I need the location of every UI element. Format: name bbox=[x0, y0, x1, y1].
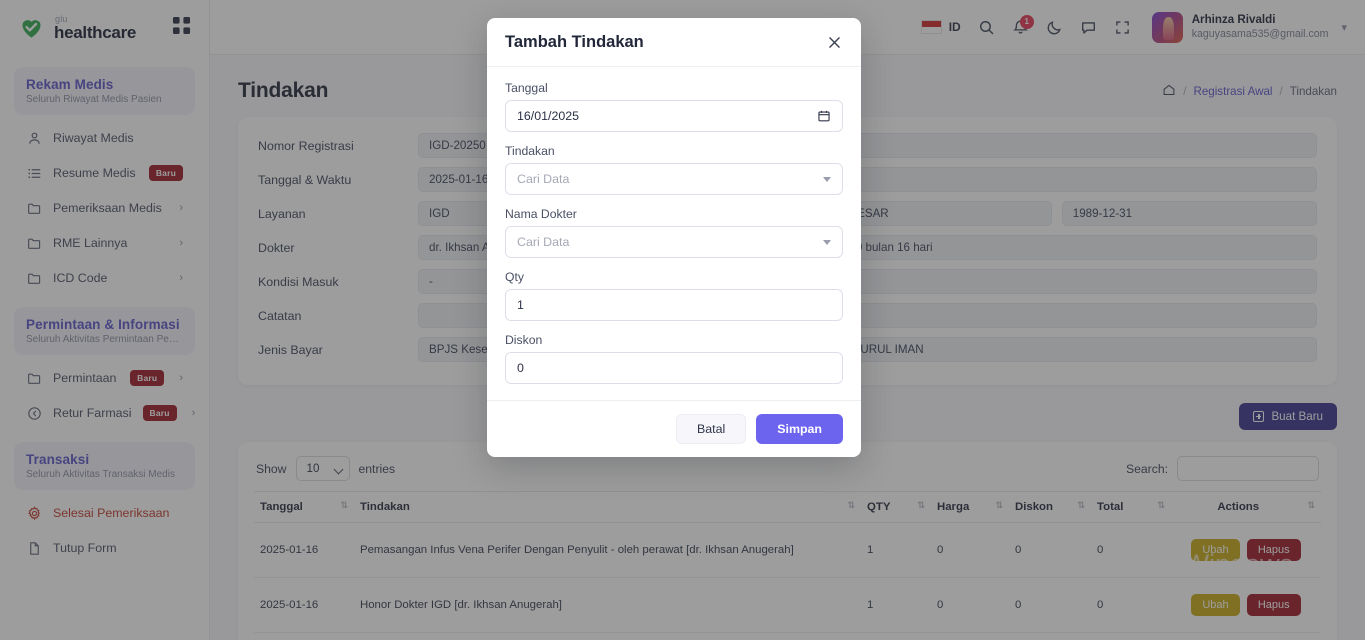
nama-dokter-label: Nama Dokter bbox=[505, 207, 577, 221]
close-icon[interactable] bbox=[826, 34, 843, 51]
nama-dokter-placeholder: Cari Data bbox=[517, 235, 570, 249]
modal-title: Tambah Tindakan bbox=[505, 33, 644, 51]
tanggal-label: Tanggal bbox=[505, 81, 548, 95]
save-button[interactable]: Simpan bbox=[756, 414, 843, 444]
diskon-field[interactable] bbox=[505, 352, 843, 384]
qty-input[interactable] bbox=[517, 298, 831, 312]
chevron-down-icon bbox=[823, 176, 831, 182]
calendar-icon[interactable] bbox=[817, 109, 831, 123]
modal-header: Tambah Tindakan bbox=[487, 18, 861, 67]
cancel-button[interactable]: Batal bbox=[675, 414, 747, 444]
tanggal-value: 16/01/2025 bbox=[517, 109, 580, 123]
tindakan-placeholder: Cari Data bbox=[517, 172, 570, 186]
diskon-label: Diskon bbox=[505, 333, 543, 347]
chevron-down-icon bbox=[823, 239, 831, 245]
tanggal-field[interactable]: 16/01/2025 bbox=[505, 100, 843, 132]
nama-dokter-select[interactable]: Cari Data bbox=[505, 226, 843, 258]
qty-label: Qty bbox=[505, 270, 524, 284]
tambah-tindakan-modal: Tambah Tindakan Tanggal 16/01/2025 Tinda… bbox=[487, 18, 861, 457]
modal-body: Tanggal 16/01/2025 Tindakan Cari Data Na… bbox=[487, 67, 861, 400]
qty-field[interactable] bbox=[505, 289, 843, 321]
tindakan-select[interactable]: Cari Data bbox=[505, 163, 843, 195]
modal-footer: Batal Simpan bbox=[487, 400, 861, 457]
tindakan-label: Tindakan bbox=[505, 144, 555, 158]
diskon-input[interactable] bbox=[517, 361, 831, 375]
